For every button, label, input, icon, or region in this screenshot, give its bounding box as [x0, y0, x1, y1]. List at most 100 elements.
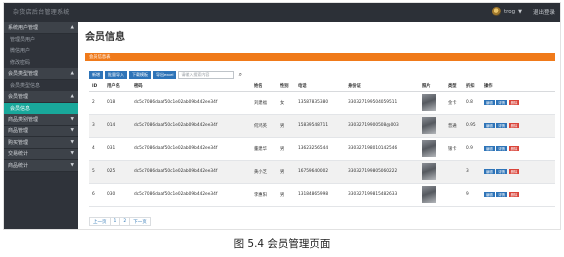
- cell-idcard: 330327199805060222: [345, 160, 419, 184]
- cell-phone: 13623256544: [295, 137, 345, 161]
- page-title: 会员信息: [85, 32, 125, 43]
- sidebar-group-label: 交易统计: [8, 151, 29, 158]
- sidebar-group-system-users[interactable]: 系统用户管理 ▲: [4, 22, 78, 34]
- cell-id: 3: [89, 114, 104, 138]
- cell-type: [445, 183, 463, 207]
- table-row: 4 031 dc5c7086daaf50c1e02ab09b442ee34f 董…: [89, 137, 555, 161]
- cell-gender: 男: [277, 183, 295, 207]
- cell-discount: 9: [463, 183, 481, 207]
- sidebar-group-label: 商品类别管理: [8, 116, 39, 123]
- next-page-button[interactable]: 下一页: [129, 217, 151, 226]
- sidebar-group-label: 系统用户管理: [8, 24, 39, 31]
- detail-button[interactable]: 详情: [496, 168, 508, 175]
- col-header-password: 密码: [131, 82, 251, 92]
- cell-id: 6: [89, 183, 104, 207]
- sidebar-item-admin-users[interactable]: 管理员用户: [4, 34, 78, 46]
- chevron-down-icon: ▼: [70, 139, 74, 145]
- detail-button[interactable]: 详情: [496, 191, 508, 198]
- col-header-name: 姓名: [251, 82, 277, 92]
- export-excel-button[interactable]: 导出excel: [153, 71, 177, 79]
- sidebar-group-label: 购买管理: [8, 139, 29, 146]
- cell-type: 金卡: [445, 91, 463, 115]
- chevron-down-icon: ▼: [70, 128, 74, 134]
- cell-name: 李惠阳: [251, 183, 277, 207]
- sidebar-group-label: 会员管理: [8, 93, 29, 100]
- cell-photo: [419, 183, 445, 207]
- cell-phone: 16759640002: [295, 160, 345, 184]
- search-input[interactable]: 请输入搜索内容: [178, 71, 235, 79]
- cell-username: 031: [104, 137, 131, 161]
- sidebar-item-wechat-users[interactable]: 微信用户: [4, 45, 78, 57]
- table-header-row: ID 用户名 密码 姓名 性别 电话 身份证 照片 类型 折扣 操作: [89, 82, 555, 92]
- cell-id: 5: [89, 160, 104, 184]
- chevron-down-icon: ▼: [518, 8, 522, 15]
- table-row: 2 018 dc5c7086daaf50c1e02ab09b442ee34f 刘…: [89, 91, 555, 115]
- col-header-type: 类型: [445, 82, 463, 92]
- sidebar-item-member-type-info[interactable]: 会员类型信息: [4, 80, 78, 92]
- chevron-down-icon: ▼: [70, 116, 74, 122]
- edit-button[interactable]: 编辑: [484, 168, 495, 175]
- edit-button[interactable]: 编辑: [484, 191, 495, 198]
- cell-phone: 15839548711: [295, 114, 345, 138]
- cell-phone: 13587835380: [295, 91, 345, 115]
- sidebar-group-products[interactable]: 商品管理 ▼: [4, 125, 78, 137]
- cell-discount: 0.8: [463, 91, 481, 115]
- pagination: 上一页 1 2 下一页: [89, 217, 151, 226]
- sidebar-group-product-categories[interactable]: 商品类别管理 ▼: [4, 114, 78, 126]
- col-header-discount: 折扣: [463, 82, 481, 92]
- cell-phone: 13184865998: [295, 183, 345, 207]
- edit-button[interactable]: 编辑: [484, 99, 495, 106]
- user-menu[interactable]: trog ▼ 退出登录: [491, 7, 555, 16]
- delete-button[interactable]: 删除: [508, 99, 520, 106]
- delete-button[interactable]: 删除: [508, 168, 520, 175]
- cell-password: dc5c7086daaf50c1e02ab09b442ee34f: [131, 114, 251, 138]
- delete-button[interactable]: 删除: [508, 145, 520, 152]
- sidebar-group-purchases[interactable]: 购买管理 ▼: [4, 137, 78, 149]
- cell-id: 4: [89, 137, 104, 161]
- cell-discount: 0.95: [463, 114, 481, 138]
- sidebar-item-change-password[interactable]: 修改密码: [4, 57, 78, 69]
- cell-type: 普通: [445, 114, 463, 138]
- sidebar-group-members[interactable]: 会员管理 ▲: [4, 91, 78, 103]
- delete-button[interactable]: 删除: [508, 122, 520, 129]
- cell-actions: 编辑 详情 删除: [481, 183, 555, 207]
- detail-button[interactable]: 详情: [496, 122, 508, 129]
- search-icon[interactable]: ⌕: [236, 71, 244, 79]
- sidebar-group-product-stats[interactable]: 商品统计 ▼: [4, 160, 78, 172]
- prev-page-button[interactable]: 上一页: [89, 217, 111, 226]
- sidebar-group-trade-stats[interactable]: 交易统计 ▼: [4, 148, 78, 160]
- member-photo: [422, 186, 436, 203]
- batch-import-button[interactable]: 批量导入: [105, 71, 127, 79]
- edit-button[interactable]: 编辑: [484, 145, 495, 152]
- cell-gender: 男: [277, 114, 295, 138]
- cell-discount: 3: [463, 160, 481, 184]
- sidebar-item-member-info[interactable]: 会员信息: [4, 102, 78, 114]
- cell-username: 014: [104, 114, 131, 138]
- add-button[interactable]: 新增: [89, 71, 103, 79]
- cell-photo: [419, 137, 445, 161]
- member-table: ID 用户名 密码 姓名 性别 电话 身份证 照片 类型 折扣 操作 2 018: [89, 82, 555, 207]
- cell-actions: 编辑 详情 删除: [481, 137, 555, 161]
- cell-idcard: 330327199504059511: [345, 91, 419, 115]
- sidebar: 系统用户管理 ▲ 管理员用户 微信用户 修改密码 会员类型管理 ▲ 会员类型信息 会…: [4, 22, 78, 229]
- detail-button[interactable]: 详情: [496, 99, 508, 106]
- table-row: 3 014 dc5c7086daaf50c1e02ab09b442ee34f 何…: [89, 114, 555, 138]
- cell-photo: [419, 91, 445, 115]
- col-header-gender: 性别: [277, 82, 295, 92]
- sidebar-group-member-types[interactable]: 会员类型管理 ▲: [4, 68, 78, 80]
- cell-actions: 编辑 详情 删除: [481, 91, 555, 115]
- col-header-username: 用户名: [104, 82, 131, 92]
- delete-button[interactable]: 删除: [508, 191, 520, 198]
- username-label: trog: [503, 8, 516, 15]
- col-header-actions: 操作: [481, 82, 555, 92]
- logout-link[interactable]: 退出登录: [533, 8, 555, 16]
- cell-id: 2: [89, 91, 104, 115]
- download-template-button[interactable]: 下载模板: [129, 71, 151, 79]
- member-photo: [422, 140, 436, 157]
- cell-name: 刘建福: [251, 91, 277, 115]
- chevron-down-icon: ▼: [70, 151, 74, 157]
- cell-gender: 男: [277, 160, 295, 184]
- figure-caption: 图 5.4 会员管理页面: [233, 238, 331, 250]
- detail-button[interactable]: 详情: [496, 145, 508, 152]
- edit-button[interactable]: 编辑: [484, 122, 495, 129]
